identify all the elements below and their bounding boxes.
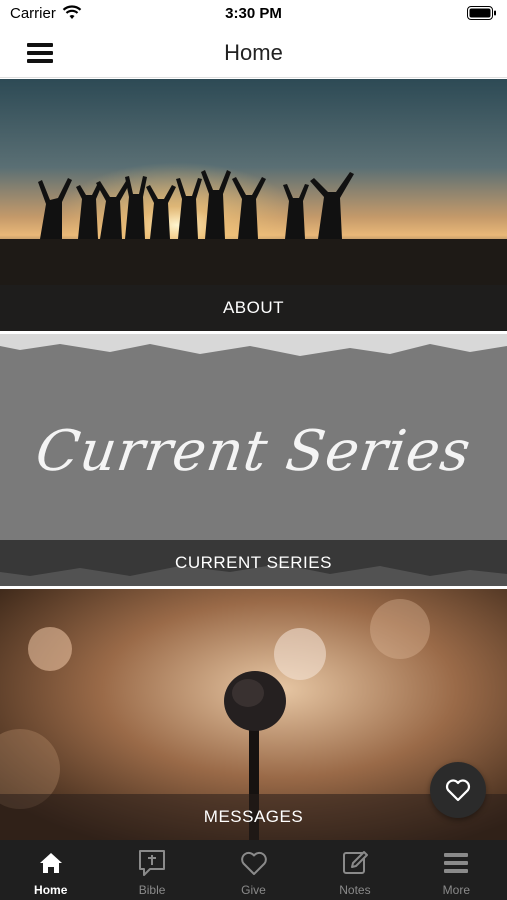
tab-more-label: More <box>442 883 470 897</box>
about-tile[interactable]: ABOUT <box>0 79 507 331</box>
hamburger-menu-icon[interactable] <box>22 39 58 67</box>
heart-outline-icon <box>445 779 471 802</box>
tab-give[interactable]: Give <box>203 840 304 900</box>
heart-icon <box>240 851 267 875</box>
notes-icon <box>342 851 368 874</box>
favorite-button[interactable] <box>430 762 486 818</box>
tab-home[interactable]: Home <box>0 840 101 900</box>
current-series-label: CURRENT SERIES <box>0 540 507 586</box>
tab-notes[interactable]: Notes <box>304 840 405 900</box>
tab-bar: Home Bible Give Notes More <box>0 840 507 900</box>
bible-icon <box>139 850 166 876</box>
tab-more[interactable]: More <box>406 840 507 900</box>
home-icon <box>39 853 62 873</box>
current-series-tile[interactable]: Current Series CURRENT SERIES <box>0 334 507 586</box>
messages-label: MESSAGES <box>0 794 507 840</box>
tab-home-label: Home <box>34 883 68 897</box>
status-bar: Carrier 3:30 PM <box>0 0 507 28</box>
nav-header: Home <box>0 28 507 78</box>
tab-notes-label: Notes <box>339 883 371 897</box>
tab-bible[interactable]: Bible <box>101 840 202 900</box>
battery-icon <box>467 6 496 20</box>
about-label: ABOUT <box>0 285 507 331</box>
more-icon <box>444 853 469 873</box>
messages-tile[interactable]: MESSAGES <box>0 589 507 840</box>
tab-give-label: Give <box>241 883 266 897</box>
clock: 3:30 PM <box>225 5 282 22</box>
page-title: Home <box>224 40 283 65</box>
tab-bible-label: Bible <box>138 883 166 897</box>
